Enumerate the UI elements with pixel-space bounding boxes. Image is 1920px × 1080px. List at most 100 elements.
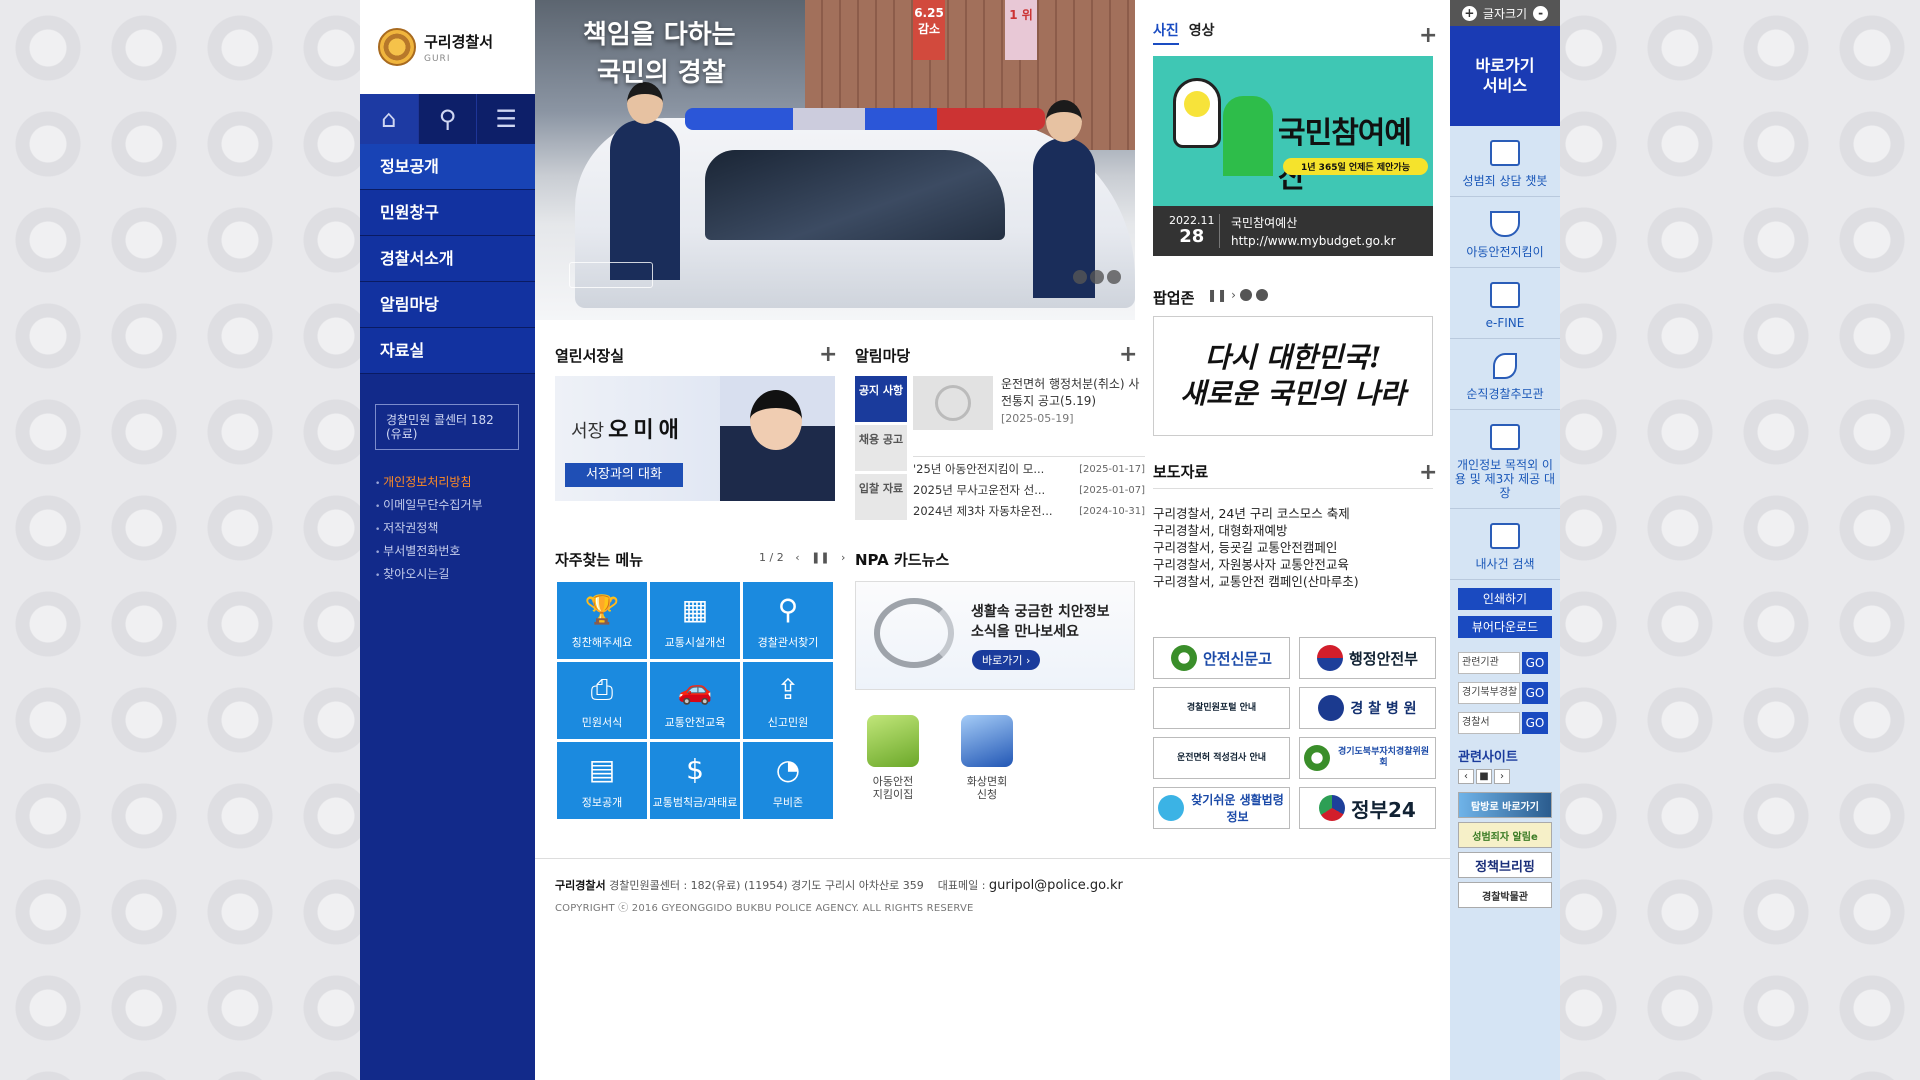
- print-button[interactable]: 인쇄하기: [1458, 588, 1552, 610]
- list-item[interactable]: '25년 아동안전지킴이 모... [2025-01-17]: [913, 459, 1145, 480]
- footer-email[interactable]: guripol@police.go.kr: [989, 878, 1123, 893]
- link-privacy-policy[interactable]: 개인정보처리방침: [375, 472, 535, 495]
- list-item[interactable]: 구리경찰서, 등굣길 교통안전캠페인: [1153, 539, 1359, 556]
- menu-icon[interactable]: ☰: [477, 94, 535, 144]
- cardnews-banner[interactable]: 생활속 궁금한 치안정보 소식을 만나보세요 바로가기 ›: [855, 581, 1135, 690]
- font-increase-button[interactable]: +: [1461, 5, 1477, 21]
- favorite-traffic-facility[interactable]: ▦ 교통시설개선: [650, 582, 740, 659]
- quick-case-search[interactable]: 내사건 검색: [1450, 509, 1560, 580]
- notice-featured-title[interactable]: 운전면허 행정처분(취소) 사전통지 공고(5.19): [1001, 376, 1146, 410]
- license-test-link[interactable]: 운전면허 적성검사 안내: [1153, 737, 1290, 779]
- chief-dialog-button[interactable]: 서장과의 대화: [565, 463, 683, 487]
- video-visit-app[interactable]: 화상면회 신청: [959, 715, 1015, 801]
- list-item[interactable]: 구리경찰서, 24년 구리 코스모스 축제: [1153, 505, 1359, 522]
- select-north-police[interactable]: 경기북부경찰: [1458, 682, 1520, 704]
- next-arrow-icon[interactable]: ›: [1231, 288, 1236, 302]
- favorites-title: 자주찾는 메뉴: [555, 551, 644, 569]
- quick-bar: + 글자크기 - 바로가기 서비스 성범죄 상담 챗봇 아동안전지킴이 e-FI…: [1450, 0, 1560, 1080]
- pause-icon[interactable]: ❚❚: [811, 551, 829, 564]
- quick-privacy-ledger[interactable]: 개인정보 목적외 이용 및 제3자 제공 대장: [1450, 410, 1560, 509]
- viewer-download-button[interactable]: 뷰어다운로드: [1458, 616, 1552, 638]
- safety-report-link[interactable]: 안전신문고: [1153, 637, 1290, 679]
- pause-icon[interactable]: ❚❚: [1207, 288, 1227, 302]
- link-email-refusal[interactable]: 이메일무단수집거부: [375, 495, 535, 518]
- favorite-report[interactable]: ⇪ 신고민원: [743, 662, 833, 739]
- favorite-forms[interactable]: ⎙ 민원서식: [557, 662, 647, 739]
- favorite-find-station[interactable]: ⚲ 경찰관서찾기: [743, 582, 833, 659]
- nav-item-civil-service[interactable]: 민원창구: [360, 190, 535, 236]
- favorite-fines[interactable]: $ 교통범칙금/과태료: [650, 742, 740, 819]
- quick-memorial[interactable]: 순직경찰추모관: [1450, 339, 1560, 410]
- police-hospital-link[interactable]: 경 찰 병 원: [1299, 687, 1436, 729]
- font-decrease-button[interactable]: -: [1533, 5, 1549, 21]
- favorite-traffic-education[interactable]: 🚗 교통안전교육: [650, 662, 740, 739]
- search-icon[interactable]: ⚲: [419, 94, 478, 144]
- link-copyright[interactable]: 저작권정책: [375, 518, 535, 541]
- hero-banner[interactable]: 6.25 감소 1 위 책임을 다하는 국민의 경찰: [535, 0, 1135, 320]
- wifi-bubble-icon: ◔: [775, 753, 801, 786]
- mois-link[interactable]: 행정안전부: [1299, 637, 1436, 679]
- cardnews-go-button[interactable]: 바로가기 ›: [972, 650, 1041, 670]
- related-banner[interactable]: 경찰박물관: [1458, 882, 1552, 908]
- slide-dot[interactable]: [1239, 289, 1252, 301]
- tab-photo[interactable]: 사진: [1153, 20, 1179, 45]
- press-list: 구리경찰서, 24년 구리 코스모스 축제 구리경찰서, 대형화재예방 구리경찰…: [1153, 505, 1359, 590]
- go-button[interactable]: GO: [1522, 652, 1548, 674]
- chief-card[interactable]: 서장 오미애 서장과의 대화: [555, 376, 835, 501]
- popup-banner[interactable]: 다시 대한민국! 새로운 국민의 나라: [1153, 316, 1433, 436]
- home-icon[interactable]: ⌂: [360, 94, 419, 144]
- next-arrow-icon[interactable]: ›: [1494, 769, 1510, 784]
- slide-dot[interactable]: [1107, 270, 1121, 284]
- related-banner[interactable]: 탐방로 바로가기: [1458, 792, 1552, 818]
- notice-more-plus-icon[interactable]: +: [1119, 344, 1137, 366]
- press-more-plus-icon[interactable]: +: [1419, 462, 1437, 484]
- autonomous-police-link[interactable]: 경기도북부자치경찰위원회: [1299, 737, 1436, 779]
- quick-service-title: 바로가기 서비스: [1450, 26, 1560, 126]
- favorite-praise[interactable]: 🏆 칭찬해주세요: [557, 582, 647, 659]
- chief-more-plus-icon[interactable]: +: [819, 344, 837, 366]
- prev-arrow-icon[interactable]: ‹: [795, 551, 799, 564]
- hand-house-icon: [1490, 211, 1520, 237]
- stop-icon[interactable]: ■: [1476, 769, 1492, 784]
- gov24-link[interactable]: 정부24: [1299, 787, 1436, 829]
- list-item[interactable]: 2025년 무사고운전자 선... [2025-01-07]: [913, 480, 1145, 501]
- go-button[interactable]: GO: [1522, 712, 1548, 734]
- prev-arrow-icon[interactable]: ‹: [1458, 769, 1474, 784]
- slide-dot[interactable]: [1073, 270, 1087, 284]
- favorite-movie-zone[interactable]: ◔ 무비존: [743, 742, 833, 819]
- slide-dot[interactable]: [1090, 270, 1104, 284]
- media-more-plus-icon[interactable]: +: [1419, 25, 1437, 47]
- tab-notice[interactable]: 공지 사항: [855, 376, 907, 422]
- slide-dot[interactable]: [1255, 289, 1268, 301]
- select-related-org[interactable]: 관련기관: [1458, 652, 1520, 674]
- related-banner[interactable]: 정책브리핑: [1458, 852, 1552, 878]
- popup-zone-title: 팝업존: [1153, 289, 1195, 307]
- tab-recruit[interactable]: 채용 공고: [855, 425, 907, 471]
- tab-bid[interactable]: 입찰 자료: [855, 474, 907, 520]
- list-item[interactable]: 구리경찰서, 자원봉사자 교통안전교육: [1153, 556, 1359, 573]
- link-directions[interactable]: 찾아오시는길: [375, 564, 535, 587]
- child-safety-app[interactable]: 아동안전 지킴이집: [865, 715, 921, 801]
- quick-chatbot[interactable]: 성범죄 상담 챗봇: [1450, 126, 1560, 197]
- nav-item-notice[interactable]: 알림마당: [360, 282, 535, 328]
- related-banner[interactable]: 성범죄자 알림e: [1458, 822, 1552, 848]
- link-phone-directory[interactable]: 부서별전화번호: [375, 541, 535, 564]
- hero-slide-control[interactable]: [569, 262, 653, 288]
- go-button[interactable]: GO: [1522, 682, 1548, 704]
- law-info-link[interactable]: 찾기쉬운 생활법령정보: [1153, 787, 1290, 829]
- select-station[interactable]: 경찰서: [1458, 712, 1520, 734]
- nav-item-resources[interactable]: 자료실: [360, 328, 535, 374]
- nav-item-info-disclosure[interactable]: 정보공개: [360, 144, 535, 190]
- police-portal-link[interactable]: 경찰민원포털 안내: [1153, 687, 1290, 729]
- nav-item-about[interactable]: 경찰서소개: [360, 236, 535, 282]
- list-item[interactable]: 2024년 제3차 자동차운전... [2024-10-31]: [913, 501, 1145, 522]
- tab-video[interactable]: 영상: [1189, 20, 1215, 45]
- quick-efine[interactable]: e-FINE: [1450, 268, 1560, 339]
- site-logo[interactable]: 구리경찰서 GURI: [360, 0, 535, 94]
- next-arrow-icon[interactable]: ›: [841, 551, 845, 564]
- list-item[interactable]: 구리경찰서, 대형화재예방: [1153, 522, 1359, 539]
- list-item[interactable]: 구리경찰서, 교통안전 캠페인(산마루초): [1153, 573, 1359, 590]
- favorite-info-disclosure[interactable]: ▤ 정보공개: [557, 742, 647, 819]
- photo-banner[interactable]: 국민참여예산 1년 365일 언제든 제안가능 2022.11 28 국민참여예산…: [1153, 56, 1433, 256]
- quick-child-safety[interactable]: 아동안전지킴이: [1450, 197, 1560, 268]
